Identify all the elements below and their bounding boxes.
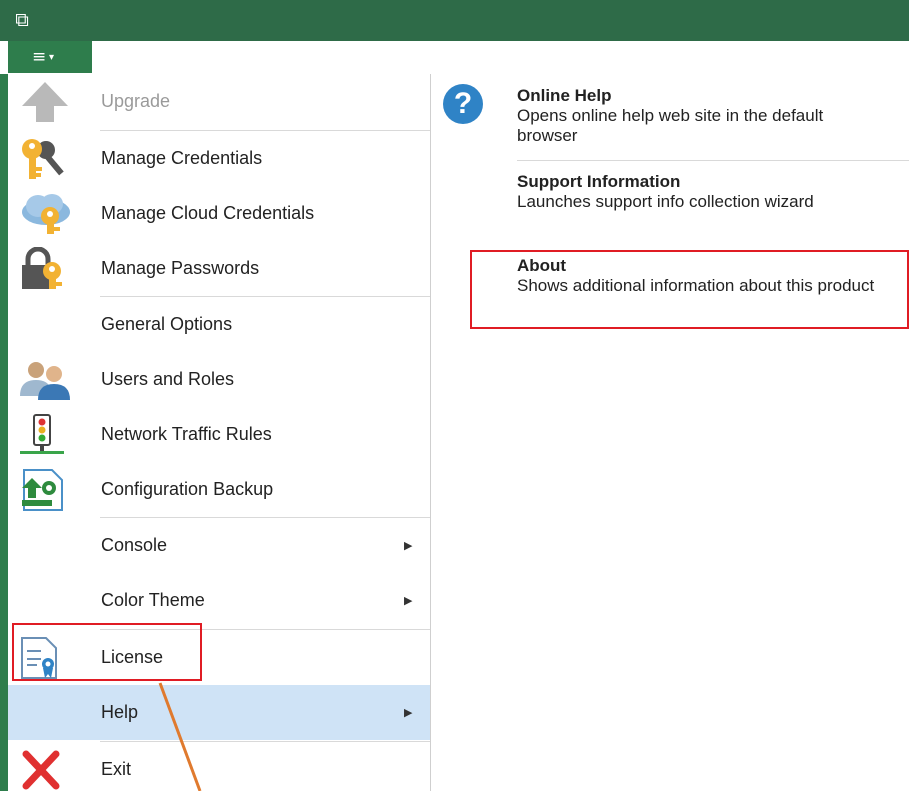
menu-item-label: Help <box>101 702 139 722</box>
help-item-title: Online Help <box>517 86 612 105</box>
help-separator <box>517 160 909 161</box>
menu-item-label: Manage Passwords <box>101 258 260 278</box>
menu-item-console[interactable]: Console ▶ <box>8 518 430 573</box>
menu-item-label: Users and Roles <box>101 369 235 389</box>
menu-item-label: Exit <box>101 759 132 779</box>
key-icon <box>16 137 74 181</box>
submenu-arrow-icon: ▶ <box>404 539 413 552</box>
menu-item-general-options[interactable]: General Options <box>8 297 430 352</box>
help-question-icon: ? <box>443 84 483 124</box>
help-item-description: Opens online help web site in the defaul… <box>517 106 824 145</box>
help-item-support-information[interactable]: Support Information Launches support inf… <box>517 172 887 212</box>
menu-item-upgrade[interactable]: Upgrade <box>8 74 430 129</box>
menu-item-configuration-backup[interactable]: Configuration Backup <box>8 462 430 517</box>
menu-item-label: Color Theme <box>101 590 205 610</box>
help-submenu-panel: ? Online Help Opens online help web site… <box>431 74 909 791</box>
app-logo-icon: ⧉ <box>15 9 29 31</box>
config-backup-icon <box>16 468 74 512</box>
menu-item-label: General Options <box>101 314 233 334</box>
menu-item-network-traffic-rules[interactable]: Network Traffic Rules <box>8 407 430 462</box>
upgrade-arrow-icon <box>16 80 74 124</box>
users-icon <box>16 358 74 402</box>
menu-item-manage-cloud-credentials[interactable]: Manage Cloud Credentials <box>8 186 430 241</box>
menu-item-exit[interactable]: Exit <box>8 742 430 797</box>
main-menu: Upgrade Manage Credentials Manage Cloud … <box>8 74 431 791</box>
cloud-key-icon <box>16 192 74 236</box>
menu-item-color-theme[interactable]: Color Theme ▶ <box>8 573 430 628</box>
highlight-box-about <box>470 250 909 329</box>
main-menu-edge <box>0 74 8 791</box>
menu-item-label: Manage Credentials <box>101 148 263 168</box>
chevron-down-icon: ▾ <box>49 52 55 63</box>
traffic-light-icon <box>16 413 74 457</box>
menu-item-manage-passwords[interactable]: Manage Passwords <box>8 241 430 296</box>
menu-item-label: Upgrade <box>101 91 171 111</box>
help-item-title: Support Information <box>517 172 681 191</box>
help-item-description: Launches support info collection wizard <box>517 192 814 211</box>
menu-bar: ≡ ▾ <box>0 41 909 75</box>
title-bar: ⧉ <box>0 0 909 41</box>
main-menu-button[interactable]: ≡ ▾ <box>8 41 92 73</box>
menu-item-label: Network Traffic Rules <box>101 424 272 444</box>
submenu-arrow-icon: ▶ <box>404 594 413 607</box>
menu-item-help[interactable]: Help ▶ <box>8 685 430 740</box>
highlight-box-license <box>12 623 202 681</box>
menu-item-label: Manage Cloud Credentials <box>101 203 315 223</box>
menu-item-label: Configuration Backup <box>101 479 274 499</box>
hamburger-icon: ≡ <box>32 47 47 67</box>
menu-item-manage-credentials[interactable]: Manage Credentials <box>8 131 430 186</box>
menu-item-users-and-roles[interactable]: Users and Roles <box>8 352 430 407</box>
submenu-arrow-icon: ▶ <box>404 706 413 719</box>
help-item-online-help[interactable]: Online Help Opens online help web site i… <box>517 86 887 146</box>
close-x-icon <box>16 748 74 792</box>
lock-key-icon <box>16 246 74 291</box>
menu-item-label: Console <box>101 535 168 555</box>
